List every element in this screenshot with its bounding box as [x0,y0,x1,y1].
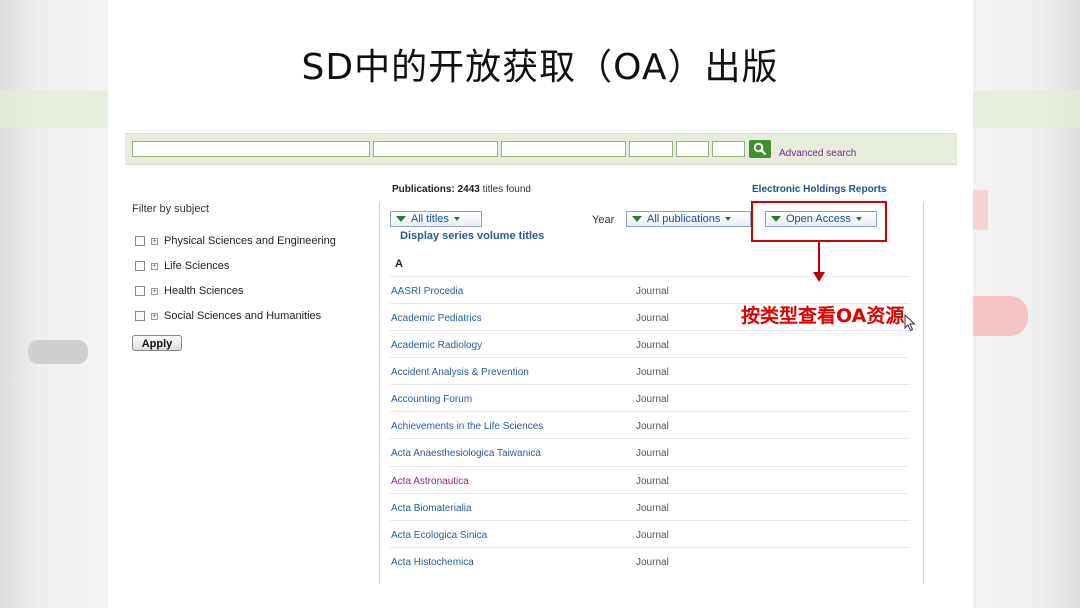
search-issue-input[interactable] [676,141,709,157]
advanced-search-link[interactable]: Advanced search [779,148,856,159]
publication-type: Journal [636,557,669,568]
caret-down-icon [453,217,460,221]
background-blur-shape [28,340,88,364]
journal-title-link[interactable]: Accident Analysis & Prevention [391,367,529,378]
table-row: Acta Biomaterialia Journal [390,493,910,521]
publication-type: Journal [636,313,669,324]
journal-title-link[interactable]: Acta Anaesthesiologica Taiwanica [391,448,541,459]
all-publications-dropdown[interactable]: All publications [626,211,751,227]
expand-plus-icon[interactable]: + [151,262,158,270]
publication-type: Journal [636,286,669,297]
annotation-text: 按类型查看OA资源 [741,305,905,327]
table-row: Academic Radiology Journal [390,330,910,358]
journal-title-link[interactable]: Accounting Forum [391,394,472,405]
subject-label: Health Sciences [164,285,244,297]
table-row: Acta Ecologica Sinica Journal [390,520,910,548]
open-access-highlight-box [751,201,887,242]
table-row: Accident Analysis & Prevention Journal [390,357,910,385]
subject-checkbox[interactable] [135,236,145,246]
table-row: Accounting Forum Journal [390,384,910,412]
display-series-volume-titles-link[interactable]: Display series volume titles [400,230,544,242]
filter-funnel-icon [632,216,642,222]
filter-funnel-icon [396,216,406,222]
filter-by-subject-heading: Filter by subject [132,203,210,215]
journal-title-link[interactable]: Acta Ecologica Sinica [391,530,487,541]
journal-title-link[interactable]: Academic Radiology [391,340,482,351]
publications-suffix: titles found [482,184,531,195]
subject-checkbox[interactable] [135,286,145,296]
all-titles-dropdown[interactable]: All titles [390,211,482,227]
subject-checkbox[interactable] [135,311,145,321]
search-volume-input[interactable] [629,141,673,157]
publication-type: Journal [636,448,669,459]
subject-filter-item[interactable]: + Social Sciences and Humanities [135,309,321,323]
journal-title-link[interactable]: AASRI Procedia [391,286,463,297]
sciencedirect-screenshot: Advanced search Filter by subject + Phys… [125,130,957,584]
journal-title-link[interactable]: Achievements in the Life Sciences [391,421,543,432]
arrow-down-icon [813,272,825,282]
search-author-input[interactable] [373,141,498,157]
search-bar: Advanced search [125,133,957,165]
subject-filter-item[interactable]: + Life Sciences [135,259,229,273]
publication-type: Journal [636,530,669,541]
publications-number: 2443 [457,184,480,195]
subject-label: Social Sciences and Humanities [164,310,322,322]
expand-plus-icon[interactable]: + [151,312,158,320]
slide-title: SD中的开放获取（OA）出版 [301,47,779,88]
publication-type: Journal [636,503,669,514]
table-row: Acta Astronautica Journal [390,466,910,494]
publication-type: Journal [636,421,669,432]
table-row: AASRI Procedia Journal [390,276,910,304]
expand-plus-icon[interactable]: + [151,287,158,295]
table-row: Achievements in the Life Sciences Journa… [390,411,910,439]
apply-button[interactable]: Apply [132,335,182,351]
magnifier-icon [753,142,767,156]
publication-type: Journal [636,476,669,487]
expand-plus-icon[interactable]: + [151,237,158,245]
search-button[interactable] [749,140,771,158]
publication-type: Journal [636,367,669,378]
caret-down-icon [725,217,732,221]
dropdown-label: All titles [411,213,449,225]
year-label: Year [592,214,615,226]
table-row: Acta Histochemica Journal [390,547,910,575]
search-terms-input[interactable] [132,141,370,157]
table-row: Acta Anaesthesiologica Taiwanica Journal [390,438,910,466]
alphabet-letter-heading: A [395,258,403,270]
subject-filter-item[interactable]: + Health Sciences [135,284,244,298]
search-journal-input[interactable] [501,141,626,157]
journal-title-link[interactable]: Acta Biomaterialia [391,503,472,514]
publication-type: Journal [636,340,669,351]
journal-title-link[interactable]: Acta Astronautica [391,476,469,487]
mouse-cursor-icon [904,314,916,332]
subject-checkbox[interactable] [135,261,145,271]
subject-filter-item[interactable]: + Physical Sciences and Engineering [135,234,336,248]
subject-label: Life Sciences [164,260,230,272]
publications-count: Publications: 2443 titles found [392,184,531,195]
dropdown-label: All publications [647,213,721,225]
journal-title-link[interactable]: Acta Histochemica [391,557,474,568]
subject-label: Physical Sciences and Engineering [164,235,336,247]
publications-label: Publications: [392,184,455,195]
publication-type: Journal [636,394,669,405]
electronic-holdings-reports-link[interactable]: Electronic Holdings Reports [752,184,886,195]
journal-title-link[interactable]: Academic Pediatrics [391,313,482,324]
search-page-input[interactable] [712,141,745,157]
annotation-arrow [818,242,820,274]
